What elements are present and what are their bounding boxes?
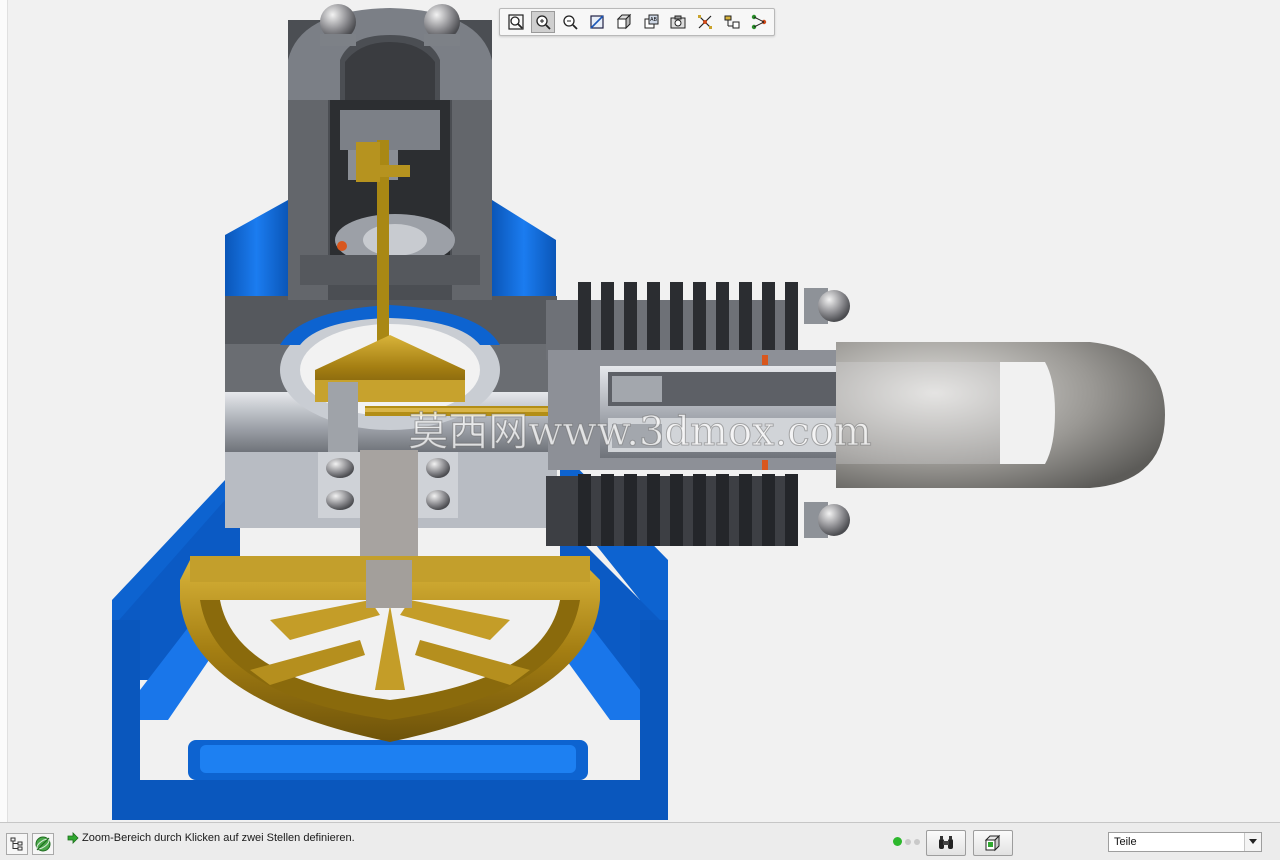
camera-icon [670, 15, 685, 29]
explode-button[interactable] [693, 11, 717, 33]
cooling-fin [739, 282, 752, 352]
status-dot [905, 839, 911, 845]
cooling-fin [693, 474, 706, 546]
activity-indicator [893, 837, 920, 846]
cooling-fin [647, 282, 660, 352]
watermark-text: 莫西网www.3dmox.com [408, 409, 871, 455]
chevron-down-icon[interactable] [1244, 833, 1261, 851]
cooling-fin [762, 282, 775, 352]
cooling-fin [601, 282, 614, 352]
zoom-fit-button[interactable] [504, 11, 528, 33]
globe-icon [35, 836, 51, 852]
view-toolbar: AB [499, 8, 775, 36]
zoom-out-icon [562, 15, 578, 30]
display-style-icon: AB [644, 14, 658, 29]
view-orientation-button[interactable] [612, 11, 636, 33]
zoom-fit-icon [507, 14, 524, 30]
cooling-fin [739, 474, 752, 546]
cooling-fin [716, 474, 729, 546]
tree-connect-button[interactable] [747, 11, 771, 33]
globe-button[interactable] [32, 833, 54, 855]
arrow-right-icon [67, 832, 79, 844]
status-hint: Zoom-Bereich durch Klicken auf zwei Stel… [67, 832, 355, 844]
graphics-viewport[interactable]: 莫西网www.3dmox.com AB [0, 0, 1280, 822]
cooling-fin [716, 282, 729, 352]
svg-text:AB: AB [650, 17, 657, 23]
cooling-fin [647, 474, 660, 546]
cooling-fin [762, 474, 775, 546]
tree-toggle-button[interactable] [6, 833, 28, 855]
tree-icon [10, 837, 23, 851]
status-bar: Zoom-Bereich durch Klicken auf zwei Stel… [0, 822, 1280, 860]
selection-filter-select[interactable]: Teile [1108, 832, 1262, 852]
display-style-button[interactable]: AB [639, 11, 663, 33]
cooling-fin [670, 474, 683, 546]
zoom-area-button[interactable] [530, 11, 555, 33]
cube-view-icon [616, 13, 631, 30]
view-cube-button[interactable] [973, 830, 1013, 856]
cooling-fin [578, 282, 591, 352]
zoom-area-icon [535, 15, 551, 30]
cube-icon [984, 834, 1001, 852]
tree-connect-icon [751, 14, 766, 30]
cooling-fin [601, 474, 614, 546]
cooling-fin [785, 474, 798, 546]
snapshot-button[interactable] [666, 11, 690, 33]
section-view-button[interactable] [585, 11, 609, 33]
explode-icon [697, 15, 712, 29]
status-dot [914, 839, 920, 845]
cooling-fin [670, 282, 683, 352]
status-dot-active [893, 837, 902, 846]
measure-button[interactable] [720, 11, 744, 33]
stirling-engine-model[interactable]: 莫西网www.3dmox.com [0, 0, 1280, 822]
cooling-fin [785, 282, 798, 352]
measure-icon [724, 15, 739, 29]
cooling-fin [624, 282, 637, 352]
binoculars-icon [939, 836, 953, 849]
cooling-fin [693, 282, 706, 352]
cooling-fin [624, 474, 637, 546]
section-view-icon [589, 15, 604, 29]
find-button[interactable] [926, 830, 966, 856]
zoom-out-button[interactable] [558, 11, 582, 33]
selection-filter-value: Teile [1114, 836, 1137, 848]
cooling-fin [578, 474, 591, 546]
status-hint-text: Zoom-Bereich durch Klicken auf zwei Stel… [82, 832, 355, 844]
